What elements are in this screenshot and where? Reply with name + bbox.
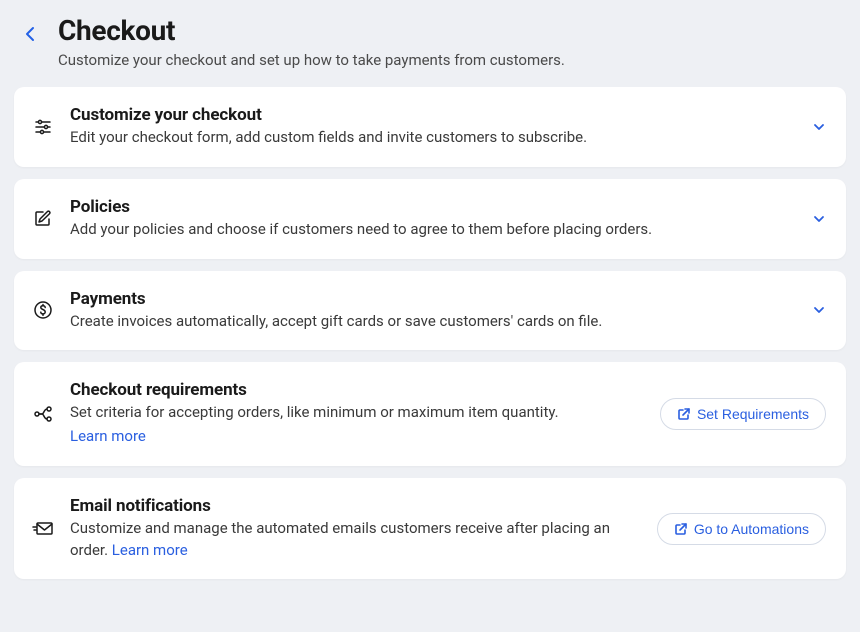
dollar-circle-icon — [32, 299, 54, 321]
card-description: Set criteria for accepting orders, like … — [70, 402, 644, 448]
chevron-down-icon — [812, 120, 826, 134]
card-description: Create invoices automatically, accept gi… — [70, 311, 796, 333]
chevron-down-icon — [812, 303, 826, 317]
card-title: Email notifications — [70, 496, 641, 516]
external-link-icon — [674, 522, 688, 536]
back-button[interactable] — [16, 20, 44, 48]
edit-icon — [32, 208, 54, 230]
page-header: Checkout Customize your checkout and set… — [14, 14, 846, 69]
go-to-automations-button[interactable]: Go to Automations — [657, 513, 826, 545]
chevron-down-icon — [812, 212, 826, 226]
card-payments[interactable]: Payments Create invoices automatically, … — [14, 271, 846, 351]
card-description: Edit your checkout form, add custom fiel… — [70, 127, 796, 149]
branch-icon — [32, 403, 54, 425]
card-customize-checkout[interactable]: Customize your checkout Edit your checko… — [14, 87, 846, 167]
card-checkout-requirements: Checkout requirements Set criteria for a… — [14, 362, 846, 466]
card-email-notifications: Email notifications Customize and manage… — [14, 478, 846, 580]
card-description: Customize and manage the automated email… — [70, 518, 641, 562]
page-title: Checkout — [58, 14, 846, 47]
mail-send-icon — [32, 518, 54, 540]
card-description: Add your policies and choose if customer… — [70, 219, 796, 241]
card-title: Customize your checkout — [70, 105, 796, 125]
set-requirements-button[interactable]: Set Requirements — [660, 398, 826, 430]
card-title: Payments — [70, 289, 796, 309]
sliders-icon — [32, 116, 54, 138]
card-title: Policies — [70, 197, 796, 217]
external-link-icon — [677, 407, 691, 421]
learn-more-link[interactable]: Learn more — [70, 426, 644, 448]
chevron-left-icon — [25, 26, 35, 42]
card-policies[interactable]: Policies Add your policies and choose if… — [14, 179, 846, 259]
learn-more-link[interactable]: Learn more — [112, 541, 188, 559]
card-title: Checkout requirements — [70, 380, 644, 400]
page-subtitle: Customize your checkout and set up how t… — [58, 51, 846, 69]
